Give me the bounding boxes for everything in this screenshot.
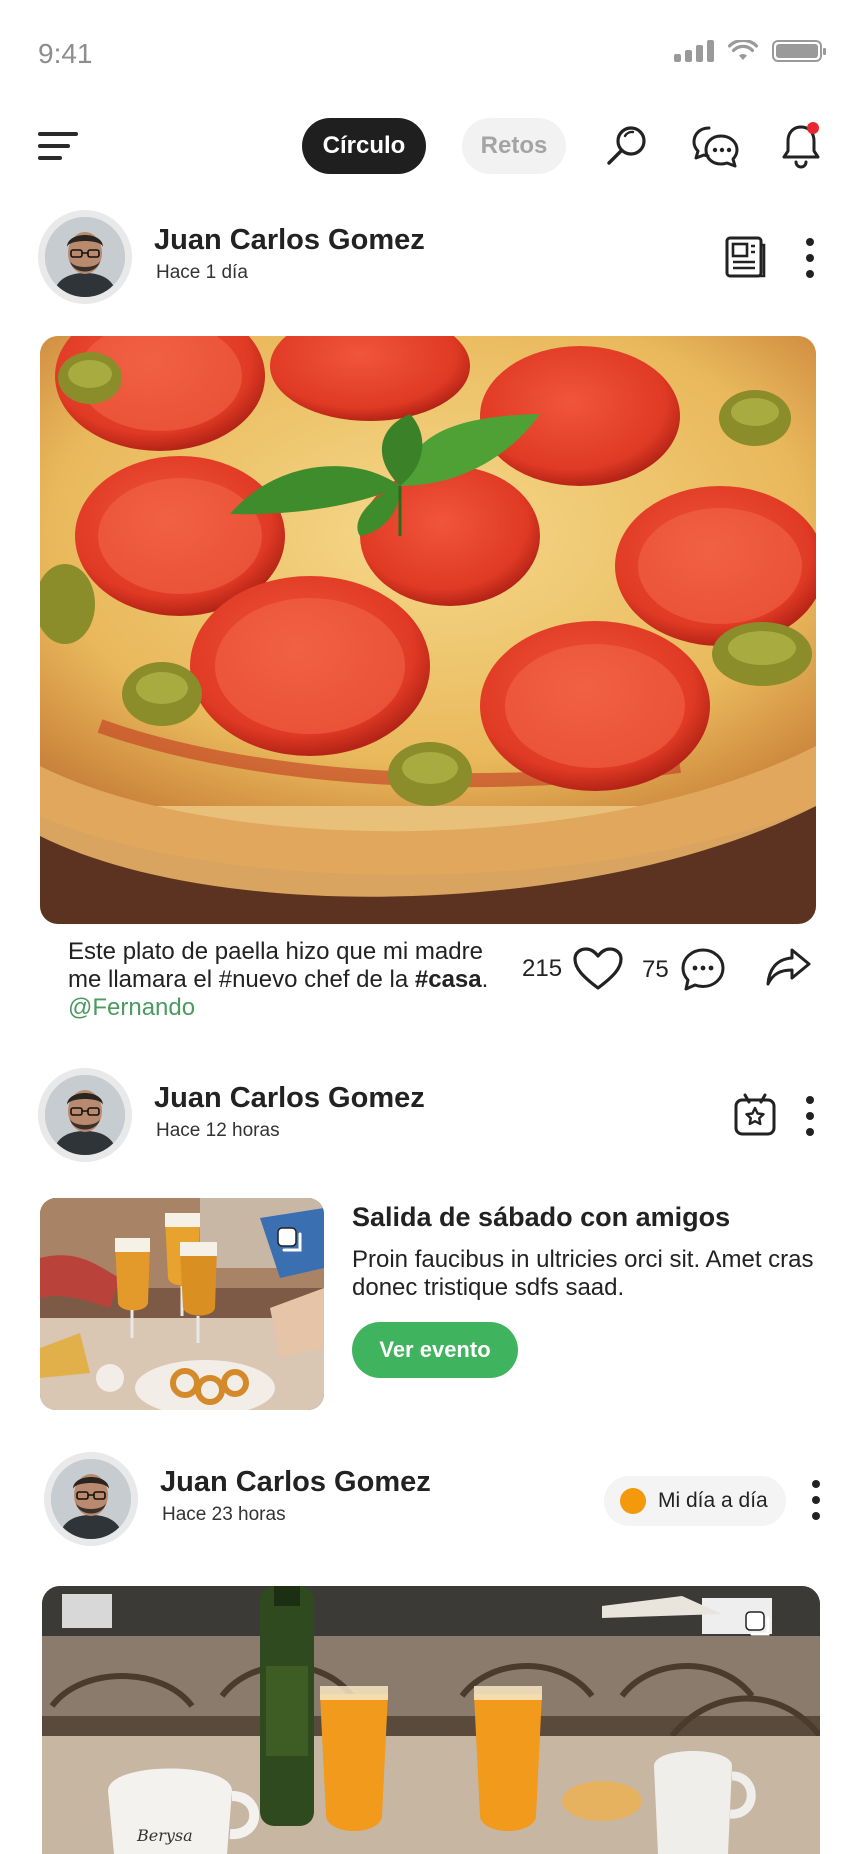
hashtag-link[interactable]: #casa — [415, 966, 482, 993]
top-navigation: Círculo Retos — [0, 110, 860, 190]
event-image[interactable] — [40, 1198, 324, 1410]
category-label: Mi día a día — [658, 1489, 768, 1512]
more-options-icon[interactable] — [802, 238, 818, 278]
post-header: Juan Carlos Gomez Hace 12 horas — [0, 1068, 860, 1168]
status-bar: 9:41 — [0, 0, 860, 110]
post-image-pizza[interactable] — [40, 336, 816, 924]
post-time: Hace 1 día — [156, 262, 248, 283]
category-color-dot — [620, 1488, 646, 1514]
event-calendar-icon — [732, 1092, 778, 1138]
like-stat: 215 — [522, 946, 624, 992]
tab-circulo[interactable]: Círculo — [302, 118, 426, 174]
view-event-button[interactable]: Ver evento — [352, 1322, 518, 1378]
status-icons — [674, 40, 826, 62]
author-name[interactable]: Juan Carlos Gomez — [154, 1082, 425, 1115]
avatar[interactable] — [38, 210, 132, 304]
share-icon[interactable] — [764, 946, 812, 990]
multiple-images-icon — [745, 1611, 770, 1636]
author-name[interactable]: Juan Carlos Gomez — [160, 1466, 431, 1499]
event-description: Proin faucibus in ultricies orci sit. Am… — [352, 1246, 814, 1301]
author-name[interactable]: Juan Carlos Gomez — [154, 224, 425, 257]
notification-bell-icon[interactable] — [773, 118, 829, 174]
svg-text:Berysa: Berysa — [136, 1826, 193, 1845]
battery-icon — [772, 40, 826, 62]
status-time: 9:41 — [38, 38, 93, 69]
avatar[interactable] — [44, 1452, 138, 1546]
comment-icon[interactable] — [679, 946, 727, 994]
more-options-icon[interactable] — [802, 1096, 818, 1136]
more-options-icon[interactable] — [808, 1480, 824, 1520]
news-icon — [722, 234, 768, 280]
event-title: Salida de sábado con amigos — [352, 1202, 731, 1232]
post-time: Hace 12 horas — [156, 1120, 280, 1141]
avatar[interactable] — [38, 1068, 132, 1162]
heart-icon[interactable] — [572, 946, 624, 992]
post-caption: Este plato de paella hizo que mi madre m… — [68, 938, 489, 1021]
notification-dot — [807, 122, 819, 134]
chat-icon[interactable] — [688, 118, 744, 174]
share-stat — [764, 946, 812, 990]
comment-stat: 75 — [642, 946, 727, 994]
post-image-cafe[interactable]: Berysa — [42, 1586, 820, 1854]
mention-link[interactable]: @Fernando — [68, 994, 195, 1021]
post-header: Juan Carlos Gomez Hace 1 día — [0, 210, 860, 310]
like-count: 215 — [522, 955, 563, 982]
tab-retos[interactable]: Retos — [462, 118, 566, 174]
hamburger-menu-icon[interactable] — [38, 128, 78, 164]
category-chip[interactable]: Mi día a día — [604, 1476, 786, 1526]
wifi-icon — [728, 40, 758, 60]
search-icon[interactable] — [598, 118, 654, 174]
multiple-images-icon — [277, 1227, 302, 1252]
cellular-signal-icon — [674, 40, 714, 62]
comment-count: 75 — [642, 956, 669, 983]
post-time: Hace 23 horas — [162, 1504, 286, 1525]
